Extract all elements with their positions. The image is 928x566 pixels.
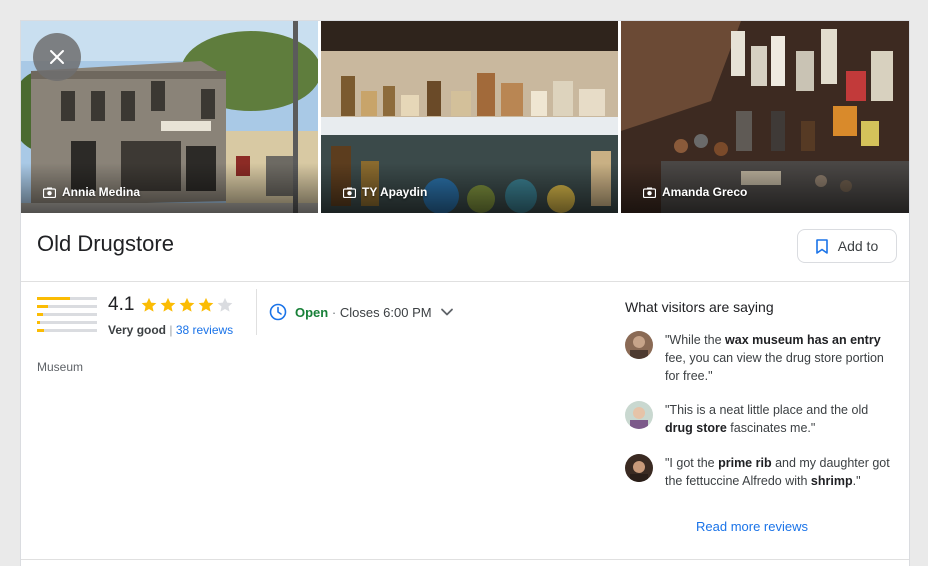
rating-score: 4.1 <box>108 294 135 315</box>
separator: | <box>169 323 173 337</box>
star-rating <box>140 296 234 314</box>
title-row: Old Drugstore Add to <box>21 213 909 282</box>
reviews-link[interactable]: 38 reviews <box>176 323 233 337</box>
star-icon <box>179 297 195 312</box>
review-highlight: prime rib <box>718 456 772 470</box>
quality-label: Very good <box>108 323 167 337</box>
hours-toggle[interactable]: Open · Closes 6:00 PM <box>269 303 454 321</box>
photo-credit: TY Apaydin <box>343 185 427 199</box>
rating-bar <box>37 313 97 316</box>
review-highlight: drug store <box>665 421 727 435</box>
add-to-list-button[interactable]: Add to <box>797 229 897 263</box>
avatar <box>625 454 653 482</box>
rating-bar <box>37 321 97 324</box>
camera-icon <box>343 187 356 198</box>
visitor-reviews: What visitors are saying "While the wax … <box>625 299 895 534</box>
bookmark-icon <box>815 238 828 254</box>
camera-icon <box>43 187 56 198</box>
divider <box>21 559 909 560</box>
rating-histogram <box>37 297 97 337</box>
open-status: Open <box>295 304 329 320</box>
place-title: Old Drugstore <box>37 231 174 256</box>
review-segment: fee, you can view the drug store portion… <box>665 351 884 383</box>
review-segment: "I got the <box>665 456 719 470</box>
review-highlight: wax museum has an entry <box>725 333 881 347</box>
close-icon <box>50 50 64 64</box>
photo-shelves[interactable]: TY Apaydin <box>321 21 618 213</box>
review-segment: "While the <box>665 333 726 347</box>
photo-credit-name: Amanda Greco <box>662 185 748 199</box>
separator-dot: · <box>331 304 337 320</box>
review-text: "While the wax museum has an entry fee, … <box>665 331 897 385</box>
photo-credit: Amanda Greco <box>643 185 747 199</box>
place-category: Museum <box>37 360 84 374</box>
star-icon <box>217 297 233 312</box>
camera-icon <box>643 187 656 198</box>
photo-display-case[interactable]: Amanda Greco <box>621 21 909 213</box>
avatar <box>625 331 653 359</box>
star-icon <box>198 297 214 312</box>
star-icon <box>160 297 176 312</box>
review-segment: "This is a neat little place and the old <box>665 403 869 417</box>
review-highlight: shrimp <box>810 474 853 488</box>
review-segment: fascinates me." <box>726 421 816 435</box>
chevron-down-icon <box>440 308 453 316</box>
photo-strip: Annia Medina TY Apaydin Amanda Greco <box>21 21 909 213</box>
review-text: "I got the prime rib and my daughter got… <box>665 454 897 490</box>
closing-time: Closes 6:00 PM <box>339 304 432 320</box>
divider <box>256 289 257 335</box>
star-icon <box>141 297 157 312</box>
rating-bar <box>37 305 97 308</box>
add-to-label: Add to <box>837 238 879 254</box>
photo-credit-name: Annia Medina <box>62 185 141 199</box>
place-card: Annia Medina TY Apaydin Amanda Greco Old… <box>20 20 910 566</box>
review-text: "This is a neat little place and the old… <box>665 401 897 437</box>
rating-bar <box>37 329 97 332</box>
visitors-heading: What visitors are saying <box>625 299 774 315</box>
photo-credit: Annia Medina <box>43 185 140 199</box>
rating-bar <box>37 297 97 300</box>
read-more-reviews-link[interactable]: Read more reviews <box>696 519 808 534</box>
photo-credit-name: TY Apaydin <box>362 185 428 199</box>
avatar <box>625 401 653 429</box>
rating-quality: Very good | 38 reviews <box>108 323 233 337</box>
review-segment: ." <box>852 474 861 488</box>
clock-icon <box>269 303 287 321</box>
close-button[interactable] <box>33 33 81 81</box>
